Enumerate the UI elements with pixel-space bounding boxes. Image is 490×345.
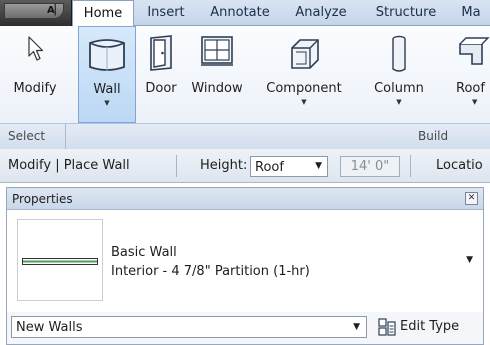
dropdown-arrow-icon[interactable]: ▼ xyxy=(258,98,350,106)
height-offset-field[interactable]: 14' 0" xyxy=(340,156,400,177)
height-label: Height: xyxy=(200,158,248,173)
options-divider xyxy=(410,155,411,177)
tab-structure[interactable]: Structure xyxy=(362,0,450,26)
properties-title: Properties xyxy=(12,192,73,206)
modify-label: Modify xyxy=(13,81,57,96)
type-family-label: Basic Wall xyxy=(111,245,177,260)
type-preview-image xyxy=(17,219,103,301)
tab-insert[interactable]: Insert xyxy=(136,0,196,26)
column-button[interactable]: Column ▼ xyxy=(366,26,432,123)
dropdown-arrow-icon[interactable]: ▼ xyxy=(366,98,432,106)
edit-type-label: Edit Type xyxy=(400,319,460,334)
application-menu-button[interactable]: A▏ xyxy=(0,0,72,26)
height-value: Roof xyxy=(255,160,284,175)
tab-massing[interactable]: Ma xyxy=(452,0,490,26)
door-label: Door xyxy=(145,81,177,96)
dropdown-arrow-icon[interactable]: ▼ xyxy=(79,99,135,107)
dropdown-arrow-icon: ▼ xyxy=(353,322,360,332)
options-divider xyxy=(176,155,177,177)
component-label: Component xyxy=(266,81,342,96)
roof-icon xyxy=(459,37,490,65)
component-icon xyxy=(291,39,319,69)
dropdown-arrow-icon[interactable]: ▼ xyxy=(466,255,473,265)
window-label: Window xyxy=(191,81,243,96)
door-icon xyxy=(150,35,172,71)
wall-label: Wall xyxy=(93,82,121,97)
column-label: Column xyxy=(374,81,424,96)
app-menu-arrow-icon: A▏ xyxy=(47,5,63,16)
instance-filter-select[interactable]: New Walls ▼ xyxy=(11,316,367,338)
panel-select-label[interactable]: Select xyxy=(8,129,45,143)
roof-label: Roof xyxy=(456,81,485,96)
ribbon-tab-bar: A▏ Home Insert Annotate Analyze Structur… xyxy=(0,0,490,27)
wall-icon xyxy=(89,39,125,71)
height-select[interactable]: Roof ▼ xyxy=(250,156,328,177)
panel-build-label: Build xyxy=(418,129,449,143)
wall-button[interactable]: Wall ▼ xyxy=(78,26,136,123)
type-selector[interactable]: Basic Wall Interior - 4 7/8" Partition (… xyxy=(7,211,483,311)
location-line-label: Locatio xyxy=(436,158,483,173)
roof-button[interactable]: Roof ▼ xyxy=(446,26,490,123)
tab-home[interactable]: Home xyxy=(72,0,134,27)
component-button[interactable]: Component ▼ xyxy=(258,26,350,123)
panel-divider xyxy=(65,124,66,150)
wall-preview-icon xyxy=(22,258,98,265)
window-button[interactable]: Window xyxy=(186,26,248,123)
modify-arrow-icon xyxy=(28,36,44,61)
modify-button[interactable]: Modify xyxy=(10,26,60,123)
instance-filter-value: New Walls xyxy=(16,320,83,335)
close-icon[interactable]: ✕ xyxy=(465,192,478,205)
dropdown-arrow-icon: ▼ xyxy=(315,161,322,171)
context-label: Modify | Place Wall xyxy=(8,158,130,173)
properties-palette: Properties ✕ Basic Wall Interior - 4 7/8… xyxy=(6,187,484,345)
options-bar: Modify | Place Wall Height: Roof ▼ 14' 0… xyxy=(0,149,490,183)
ribbon-panel-labels: Select Build xyxy=(0,123,490,150)
properties-header: Properties ✕ xyxy=(7,188,483,210)
edit-type-button[interactable]: Edit Type xyxy=(375,315,479,339)
door-button[interactable]: Door xyxy=(140,26,182,123)
tab-analyze[interactable]: Analyze xyxy=(284,0,358,26)
window-icon xyxy=(201,36,233,66)
instance-filter-row: New Walls ▼ Edit Type xyxy=(7,312,483,344)
type-name-label: Interior - 4 7/8" Partition (1-hr) xyxy=(111,264,310,279)
tab-annotate[interactable]: Annotate xyxy=(198,0,282,26)
dropdown-arrow-icon[interactable]: ▼ xyxy=(446,98,490,106)
ribbon-panel: Modify Wall ▼ Door Window Component ▼ Co… xyxy=(0,26,490,150)
edit-type-icon xyxy=(378,318,396,336)
column-icon xyxy=(392,35,406,72)
